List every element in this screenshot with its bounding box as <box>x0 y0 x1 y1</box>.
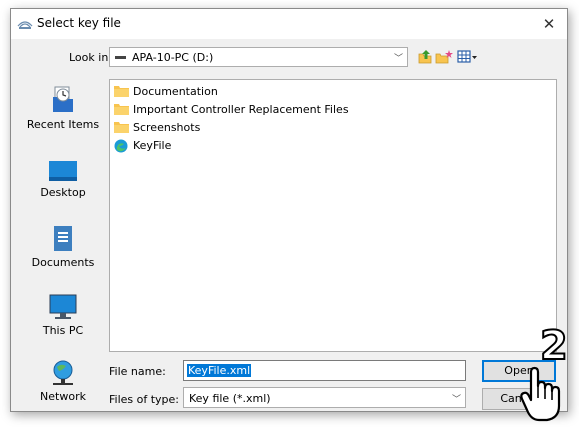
look-in-label: Look in: <box>69 51 112 64</box>
recent-items-icon <box>53 86 73 112</box>
file-type-label: Files of type: <box>109 393 180 406</box>
file-name: Important Controller Replacement Files <box>133 103 349 116</box>
place-label: Network <box>40 390 86 403</box>
file-type-value: Key file (*.xml) <box>189 392 271 405</box>
up-one-level-icon[interactable] <box>417 49 433 68</box>
places-bar: Recent Items Desktop Documents This PC N… <box>19 81 107 403</box>
documents-icon <box>54 226 72 251</box>
place-desktop[interactable]: Desktop <box>19 159 107 199</box>
drive-icon <box>115 56 126 59</box>
folder-icon <box>114 85 129 100</box>
title-bar: Select key file ✕ <box>11 9 567 39</box>
desktop-icon <box>49 161 77 181</box>
file-list[interactable]: Documentation Important Controller Repla… <box>109 79 557 352</box>
pointing-hand-icon <box>519 366 565 427</box>
place-network[interactable]: Network <box>19 359 107 403</box>
place-label: Desktop <box>40 186 86 199</box>
dialog-title: Select key file <box>37 16 121 30</box>
select-key-file-dialog: Select key file ✕ Look in: APA-10-PC (D:… <box>10 8 568 412</box>
new-folder-icon[interactable] <box>435 49 453 68</box>
this-pc-icon <box>49 294 77 319</box>
folder-icon <box>114 121 129 136</box>
file-type-dropdown[interactable]: Key file (*.xml) ﹀ <box>183 387 466 408</box>
file-name: Documentation <box>133 85 218 98</box>
file-name-input[interactable]: KeyFile.xml <box>183 360 466 381</box>
view-menu-icon[interactable] <box>457 49 479 68</box>
file-name: KeyFile <box>133 139 172 152</box>
edge-file-icon <box>114 139 128 156</box>
look-in-dropdown[interactable]: APA-10-PC (D:) ﹀ <box>109 47 408 67</box>
app-icon <box>17 17 33 34</box>
folder-icon <box>114 103 129 118</box>
file-name-label: File name: <box>109 365 166 378</box>
chevron-down-icon: ﹀ <box>451 395 461 405</box>
place-label: This PC <box>42 324 84 337</box>
place-documents[interactable]: Documents <box>19 225 107 269</box>
place-recent-items[interactable]: Recent Items <box>19 85 107 131</box>
place-label: Documents <box>31 256 95 269</box>
file-name-value: KeyFile.xml <box>187 364 252 377</box>
network-icon <box>53 360 73 385</box>
chevron-down-icon: ﹀ <box>393 54 403 64</box>
place-this-pc[interactable]: This PC <box>19 293 107 337</box>
place-label: Recent Items <box>26 118 100 131</box>
step-number-badge: 2 <box>539 323 569 369</box>
file-name: Screenshots <box>133 121 201 134</box>
close-button[interactable]: ✕ <box>539 14 559 34</box>
look-in-value: APA-10-PC (D:) <box>132 51 214 64</box>
